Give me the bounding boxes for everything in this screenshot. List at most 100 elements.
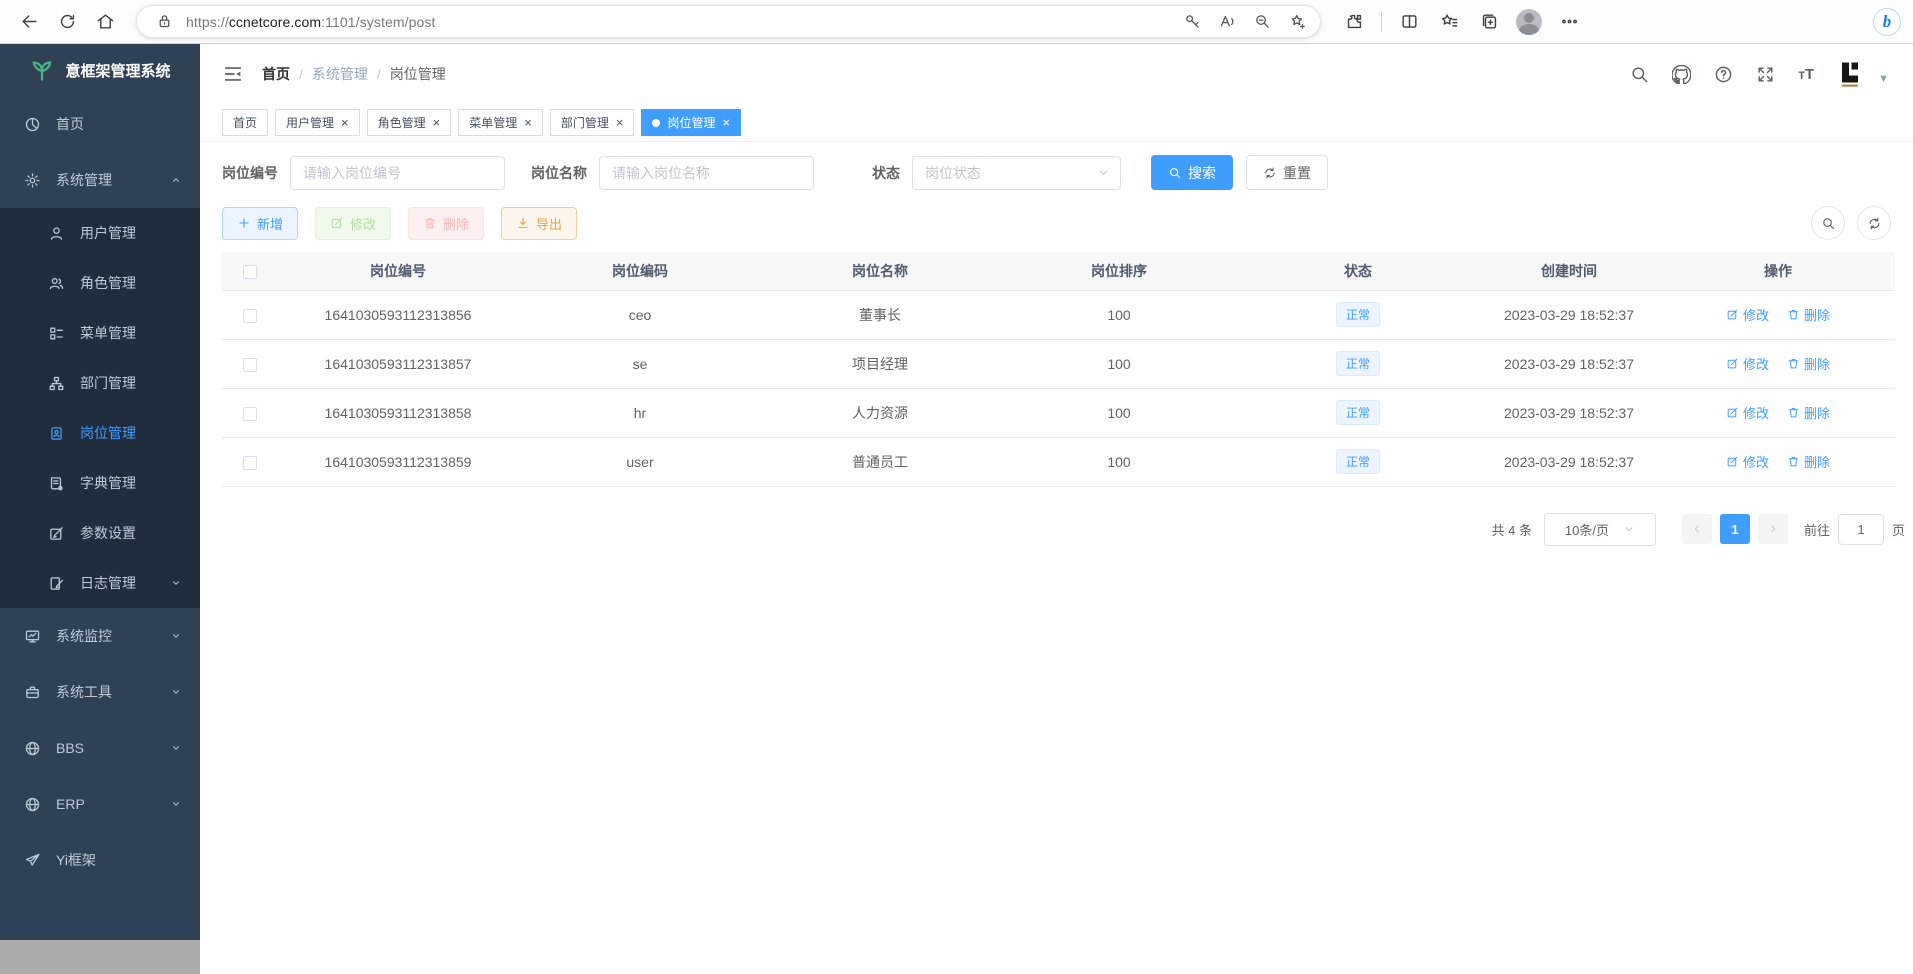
header-search-icon[interactable] (1630, 65, 1649, 84)
post-name-input[interactable] (599, 156, 814, 190)
tab-user-mgmt[interactable]: 用户管理× (275, 109, 360, 136)
tab-menu-mgmt[interactable]: 菜单管理× (458, 109, 543, 136)
gear-icon (24, 172, 41, 189)
sidebar-item-system-mgmt[interactable]: 系统管理 (0, 152, 200, 208)
password-key-icon[interactable] (1179, 9, 1205, 35)
browser-chrome: https://ccnetcore.com:1101/system/post (0, 0, 1913, 44)
row-checkbox[interactable] (243, 358, 257, 372)
post-code-input[interactable] (290, 156, 505, 190)
sidebar-item-post-mgmt[interactable]: 岗位管理 (0, 408, 200, 458)
page-number-button[interactable]: 1 (1720, 514, 1750, 544)
tab-close-icon[interactable]: × (433, 116, 441, 129)
zoom-icon[interactable] (1249, 9, 1275, 35)
toggle-search-button[interactable] (1811, 206, 1845, 240)
breadcrumb-section[interactable]: 系统管理 (312, 64, 368, 84)
read-aloud-icon[interactable] (1214, 9, 1240, 35)
sidebar-item-system-tools[interactable]: 系统工具 (0, 664, 200, 720)
globe-icon (24, 740, 41, 757)
tab-close-icon[interactable]: × (341, 116, 349, 129)
more-menu-icon[interactable] (1552, 5, 1586, 39)
row-delete-link[interactable]: 删除 (1787, 354, 1830, 373)
search-button[interactable]: 搜索 (1151, 155, 1233, 190)
sidebar-item-home[interactable]: 首页 (0, 96, 200, 152)
post-name-label: 岗位名称 (531, 163, 587, 183)
browser-refresh-icon[interactable] (50, 5, 84, 39)
status-select[interactable]: 岗位状态 (912, 156, 1121, 190)
next-page-button[interactable] (1758, 514, 1788, 544)
fullscreen-icon[interactable] (1756, 65, 1775, 84)
chevron-down-icon (170, 798, 182, 810)
total-count: 共 4 条 (1492, 520, 1532, 539)
sidebar-item-param-settings[interactable]: 参数设置 (0, 508, 200, 558)
sidebar-item-log-mgmt[interactable]: 日志管理 (0, 558, 200, 608)
copilot-bing-icon[interactable]: b (1873, 8, 1901, 36)
tab-close-icon[interactable]: × (722, 116, 730, 129)
active-dot (652, 119, 660, 127)
delete-button[interactable]: 删除 (408, 207, 484, 240)
org-chart-icon (48, 375, 65, 392)
help-icon[interactable] (1714, 65, 1733, 84)
sidebar-item-bbs[interactable]: BBS (0, 720, 200, 776)
browser-back-icon[interactable] (12, 5, 46, 39)
edit-icon (1726, 308, 1739, 321)
sidebar-item-system-monitor[interactable]: 系统监控 (0, 608, 200, 664)
export-button[interactable]: 导出 (501, 207, 577, 240)
row-edit-link[interactable]: 修改 (1726, 403, 1769, 422)
user-avatar[interactable] (1837, 59, 1867, 89)
chevron-down-icon (1097, 166, 1110, 179)
breadcrumb-home[interactable]: 首页 (262, 64, 290, 84)
sidebar-item-role-mgmt[interactable]: 角色管理 (0, 258, 200, 308)
edit-square-icon (48, 525, 65, 542)
status-badge: 正常 (1336, 400, 1380, 425)
edit-button[interactable]: 修改 (315, 207, 391, 240)
address-bar[interactable]: https://ccnetcore.com:1101/system/post (136, 5, 1321, 38)
row-checkbox[interactable] (243, 456, 257, 470)
tab-close-icon[interactable]: × (524, 116, 532, 129)
header-actions: TT ▼ (1630, 59, 1889, 89)
tab-post-mgmt[interactable]: 岗位管理× (641, 109, 741, 136)
sidebar-item-dept-mgmt[interactable]: 部门管理 (0, 358, 200, 408)
collections-icon[interactable] (1472, 5, 1506, 39)
extensions-icon[interactable] (1337, 5, 1371, 39)
split-screen-icon[interactable] (1392, 5, 1426, 39)
breadcrumb-current: 岗位管理 (390, 64, 446, 84)
sidebar-item-yi-framework[interactable]: Yi框架 (0, 832, 200, 888)
sidebar-toggle-icon[interactable] (222, 63, 244, 85)
row-checkbox[interactable] (243, 309, 257, 323)
tab-home[interactable]: 首页 (222, 109, 268, 136)
sidebar-item-user-mgmt[interactable]: 用户管理 (0, 208, 200, 258)
prev-page-button[interactable] (1682, 514, 1712, 544)
page-size-select[interactable]: 10条/页 (1544, 513, 1656, 546)
monitor-icon (24, 628, 41, 645)
sidebar-item-erp[interactable]: ERP (0, 776, 200, 832)
browser-home-icon[interactable] (88, 5, 122, 39)
breadcrumb: 首页 / 系统管理 / 岗位管理 (262, 64, 446, 84)
row-edit-link[interactable]: 修改 (1726, 354, 1769, 373)
row-edit-link[interactable]: 修改 (1726, 452, 1769, 471)
col-post-id: 岗位编号 (277, 252, 519, 290)
favorites-icon[interactable] (1432, 5, 1466, 39)
refresh-table-button[interactable] (1857, 206, 1891, 240)
select-all-checkbox[interactable] (243, 265, 257, 279)
row-edit-link[interactable]: 修改 (1726, 305, 1769, 324)
page-unit-label: 页 (1892, 520, 1905, 539)
profile-avatar[interactable] (1512, 5, 1546, 39)
row-delete-link[interactable]: 删除 (1787, 452, 1830, 471)
tab-dept-mgmt[interactable]: 部门管理× (550, 109, 635, 136)
reset-button[interactable]: 重置 (1246, 155, 1328, 190)
caret-down-icon[interactable]: ▼ (1878, 63, 1889, 85)
tab-role-mgmt[interactable]: 角色管理× (367, 109, 452, 136)
row-delete-link[interactable]: 删除 (1787, 403, 1830, 422)
row-delete-link[interactable]: 删除 (1787, 305, 1830, 324)
tab-close-icon[interactable]: × (616, 116, 624, 129)
row-checkbox[interactable] (243, 407, 257, 421)
goto-page-input[interactable] (1838, 514, 1884, 545)
dashboard-icon (24, 116, 41, 133)
sidebar-item-menu-mgmt[interactable]: 菜单管理 (0, 308, 200, 358)
github-icon[interactable] (1672, 65, 1691, 84)
status-label: 状态 (872, 163, 900, 183)
sidebar-item-dict-mgmt[interactable]: 字典管理 (0, 458, 200, 508)
font-size-icon[interactable]: TT (1798, 66, 1814, 83)
add-button[interactable]: 新增 (222, 207, 298, 240)
add-favorite-icon[interactable] (1284, 9, 1310, 35)
